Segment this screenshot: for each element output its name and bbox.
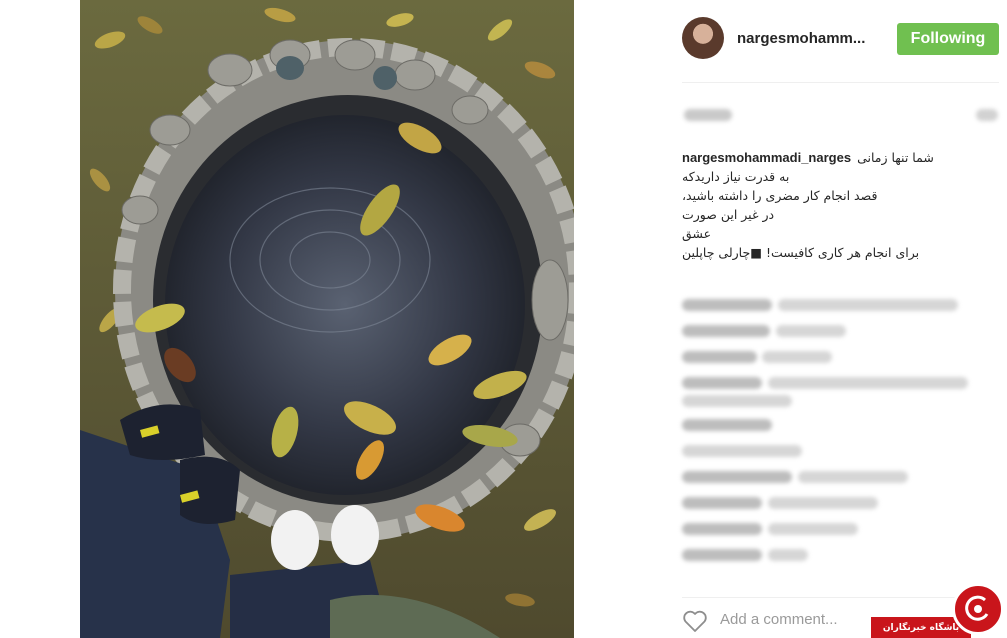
watermark-text: باشگاه خبرنگاران: [882, 622, 960, 633]
watermark-logo: [952, 583, 1004, 635]
caption-line: به قدرت نیاز داریدکه: [682, 169, 790, 184]
post-header: nargesmohamm... Following: [574, 0, 1007, 82]
caption-line: شما تنها زمانی: [857, 150, 934, 165]
footer-divider: [682, 597, 999, 598]
caption-line: در غیر این صورت: [682, 207, 775, 222]
post-photo-image: [80, 0, 574, 638]
post-side-panel: nargesmohamm... Following nargesmohammad…: [574, 0, 1007, 638]
comment-list: [682, 292, 1000, 568]
list-item: [682, 292, 1000, 318]
list-item: [682, 464, 1000, 490]
list-item: [682, 490, 1000, 516]
list-item: [682, 516, 1000, 542]
header-username[interactable]: nargesmohamm...: [737, 30, 865, 47]
watermark-logo-icon: [965, 595, 989, 621]
add-comment-input[interactable]: Add a comment...: [720, 611, 838, 628]
post-caption: nargesmohammadi_narges شما تنها زمانی به…: [682, 148, 1000, 262]
caption-line: عشق: [682, 226, 712, 241]
list-item: [682, 318, 1000, 344]
heart-icon[interactable]: [682, 609, 708, 633]
likes-blurred: [976, 109, 998, 121]
list-item: [682, 438, 1000, 464]
timestamp-blurred: [684, 109, 732, 121]
list-item: [682, 542, 1000, 568]
post-photo[interactable]: [80, 0, 574, 638]
list-item: [682, 344, 1000, 370]
caption-line: قصد انجام کار مضری را داشته باشید،: [682, 188, 878, 203]
list-item: [682, 370, 1000, 412]
caption-username[interactable]: nargesmohammadi_narges: [682, 148, 851, 167]
caption-line: برای انجام هر کاری کافیست! ■چارلی چاپلین: [682, 245, 920, 260]
list-item: [682, 412, 1000, 438]
header-divider: [682, 82, 999, 83]
caption-first-row: nargesmohammadi_narges شما تنها زمانی: [682, 148, 1000, 167]
following-button[interactable]: Following: [897, 23, 999, 55]
avatar[interactable]: [682, 17, 724, 59]
